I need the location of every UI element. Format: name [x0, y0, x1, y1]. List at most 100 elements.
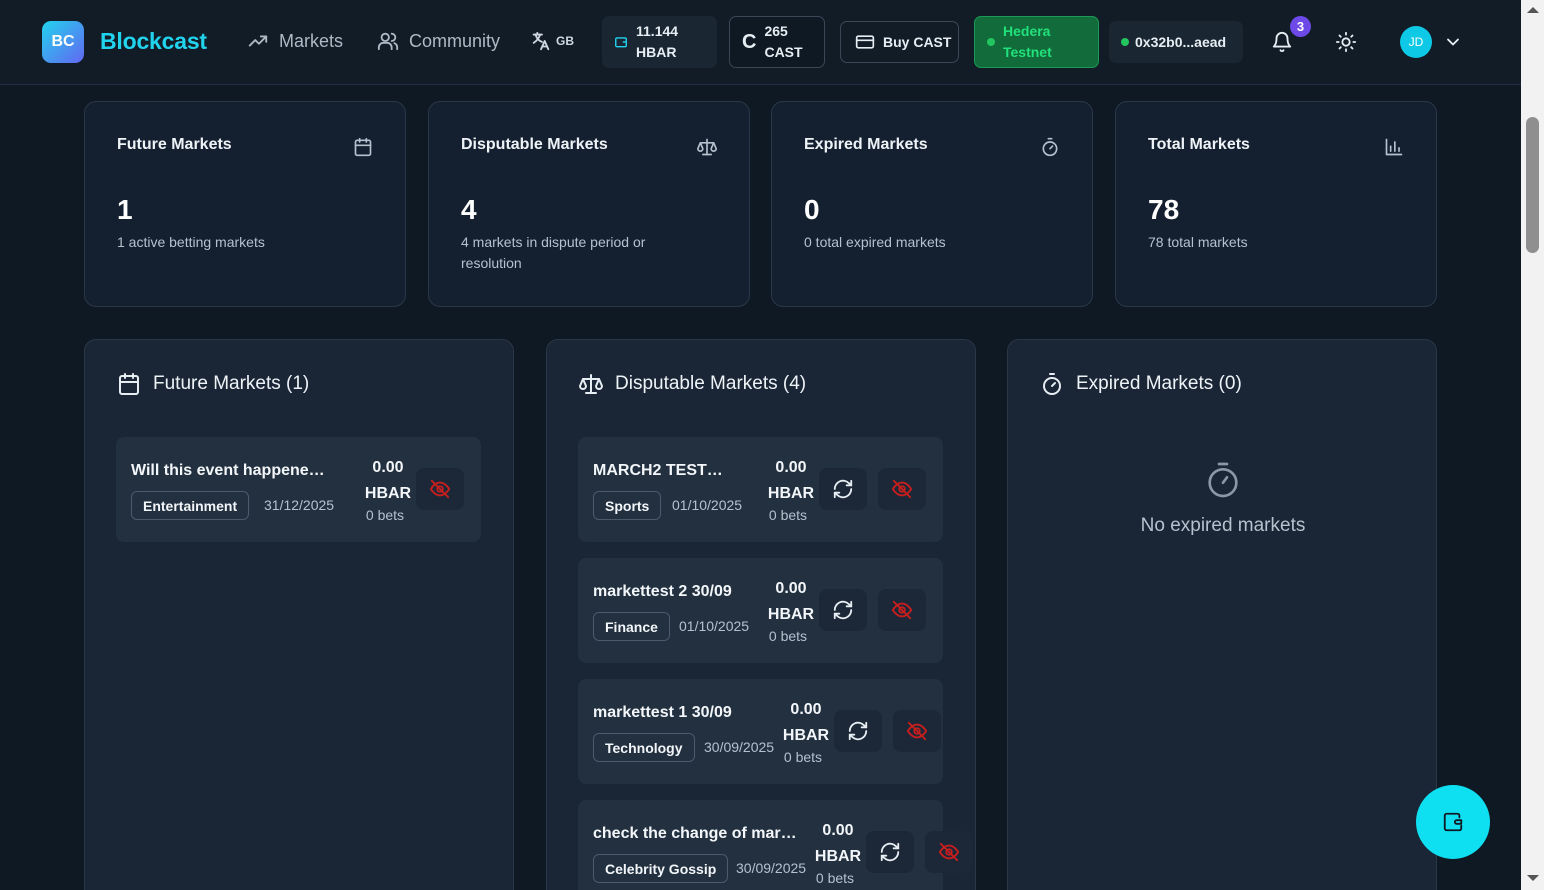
- scale-icon: [579, 374, 603, 394]
- market-title[interactable]: markettest 1 30/09: [593, 704, 758, 722]
- stat-card-future: Future Markets 1 1 active betting market…: [84, 101, 406, 307]
- cast-unit: CAST: [764, 44, 803, 60]
- scroll-up-arrow[interactable]: [1527, 7, 1539, 13]
- buy-cast-button[interactable]: Buy CAST: [840, 21, 959, 63]
- sun-icon: [1335, 31, 1357, 53]
- network-status-dot: [987, 38, 995, 46]
- eye-off-icon: [429, 479, 451, 499]
- market-card[interactable]: markettest 1 30/09 Technology 30/09/2025…: [578, 679, 943, 784]
- notification-count-badge: 3: [1290, 16, 1311, 37]
- eye-off-icon: [938, 842, 960, 862]
- stat-subtitle: 78 total markets: [1148, 234, 1248, 250]
- timer-icon: [1208, 462, 1238, 498]
- bar-chart-icon: [1385, 138, 1403, 156]
- brand-name[interactable]: Blockcast: [100, 28, 207, 55]
- user-initials: JD: [1408, 35, 1424, 49]
- bell-icon: [1272, 32, 1292, 53]
- future-markets-panel: Future Markets (1) Will this event happe…: [84, 339, 514, 890]
- network-indicator[interactable]: Hedera Testnet: [974, 16, 1099, 68]
- page-scrollbar[interactable]: [1521, 0, 1544, 890]
- hide-market-button[interactable]: [878, 468, 926, 510]
- user-avatar[interactable]: JD: [1400, 26, 1432, 58]
- market-card[interactable]: markettest 2 30/09 Finance 01/10/2025 0.…: [578, 558, 943, 663]
- notifications-button[interactable]: [1271, 31, 1293, 53]
- stat-card-disputable: Disputable Markets 4 4 markets in disput…: [428, 101, 750, 307]
- wallet-icon: [615, 37, 627, 48]
- category-tag: Technology: [593, 733, 695, 762]
- nav-community[interactable]: Community: [377, 30, 500, 52]
- hide-market-button[interactable]: [416, 468, 464, 510]
- market-card[interactable]: MARCH2 TEST… Sports 01/10/2025 0.00 HBAR…: [578, 437, 943, 542]
- wallet-fab-button[interactable]: [1416, 785, 1490, 859]
- refresh-market-button[interactable]: [819, 468, 867, 510]
- category-tag: Finance: [593, 612, 670, 641]
- pool-amount: 0.00: [775, 459, 807, 476]
- user-menu-toggle[interactable]: [1443, 32, 1463, 52]
- language-selector[interactable]: GB: [530, 30, 574, 52]
- translate-icon: [532, 31, 550, 51]
- theme-toggle-button[interactable]: [1335, 31, 1357, 53]
- top-nav-bar: BC Blockcast Markets Community GB 11.144…: [0, 0, 1521, 85]
- pool-amount: 0.00: [822, 822, 854, 839]
- market-title[interactable]: Will this event happene…: [131, 462, 336, 480]
- stat-title: Disputable Markets: [461, 136, 608, 153]
- brand-logo[interactable]: BC: [42, 21, 84, 63]
- stat-title: Expired Markets: [804, 136, 928, 153]
- market-date: 30/09/2025: [736, 860, 807, 876]
- panel-header: Future Markets (1): [117, 372, 309, 396]
- market-pool: 0.00 HBAR: [766, 576, 816, 628]
- buy-cast-label: Buy CAST: [883, 34, 952, 50]
- hide-market-button[interactable]: [893, 710, 941, 752]
- refresh-market-button[interactable]: [834, 710, 882, 752]
- network-type: Testnet: [1003, 44, 1052, 60]
- cast-symbol: C: [742, 30, 757, 53]
- wallet-status-dot: [1121, 38, 1129, 46]
- users-icon: [377, 32, 399, 51]
- timer-icon: [1043, 373, 1061, 395]
- refresh-market-button[interactable]: [866, 831, 914, 873]
- timer-icon: [1042, 137, 1058, 157]
- market-date: 01/10/2025: [679, 618, 750, 634]
- scrollbar-thumb[interactable]: [1526, 117, 1539, 253]
- category-tag: Sports: [593, 491, 662, 520]
- hide-market-button[interactable]: [878, 589, 926, 631]
- market-title[interactable]: markettest 2 30/09: [593, 583, 753, 601]
- nav-community-label: Community: [409, 30, 501, 51]
- eye-off-icon: [906, 721, 928, 741]
- market-card[interactable]: Will this event happene… Entertainment 3…: [116, 437, 481, 542]
- scale-icon: [697, 138, 717, 156]
- bet-count: 0 bets: [768, 507, 808, 523]
- eye-off-icon: [891, 479, 913, 499]
- stat-value: 0: [804, 194, 820, 225]
- hbar-balance[interactable]: 11.144 HBAR: [602, 16, 717, 68]
- calendar-icon: [119, 373, 139, 395]
- wallet-address-button[interactable]: 0x32b0...aead: [1109, 21, 1243, 63]
- market-pool: 0.00 HBAR: [363, 455, 413, 507]
- language-code: GB: [556, 34, 574, 48]
- network-name: Hedera: [1003, 23, 1051, 39]
- market-date: 30/09/2025: [704, 739, 775, 755]
- nav-markets[interactable]: Markets: [247, 30, 343, 52]
- stat-value: 1: [117, 194, 133, 225]
- stat-subtitle: 4 markets in dispute period or resolutio…: [461, 234, 646, 271]
- cast-balance[interactable]: C 265 CAST: [729, 16, 825, 68]
- category-tag: Celebrity Gossip: [593, 854, 729, 883]
- refresh-icon: [848, 721, 868, 741]
- stat-value: 4: [461, 194, 477, 225]
- market-card[interactable]: check the change of mar… Celebrity Gossi…: [578, 800, 973, 890]
- wallet-address: 0x32b0...aead: [1135, 34, 1227, 50]
- pool-unit: HBAR: [364, 485, 412, 502]
- hide-market-button[interactable]: [925, 831, 973, 873]
- stat-subtitle: 0 total expired markets: [804, 234, 946, 250]
- bet-count: 0 bets: [768, 628, 808, 644]
- calendar-icon: [354, 137, 372, 157]
- market-title[interactable]: check the change of mar…: [593, 825, 803, 843]
- scroll-down-arrow[interactable]: [1527, 875, 1539, 881]
- refresh-market-button[interactable]: [819, 589, 867, 631]
- bet-count: 0 bets: [365, 507, 405, 523]
- panel-title: Disputable Markets (4): [615, 373, 807, 394]
- market-title[interactable]: MARCH2 TEST…: [593, 462, 723, 480]
- credit-card-icon: [855, 35, 875, 49]
- market-date: 01/10/2025: [672, 497, 743, 513]
- panel-header: Disputable Markets (4): [579, 372, 806, 396]
